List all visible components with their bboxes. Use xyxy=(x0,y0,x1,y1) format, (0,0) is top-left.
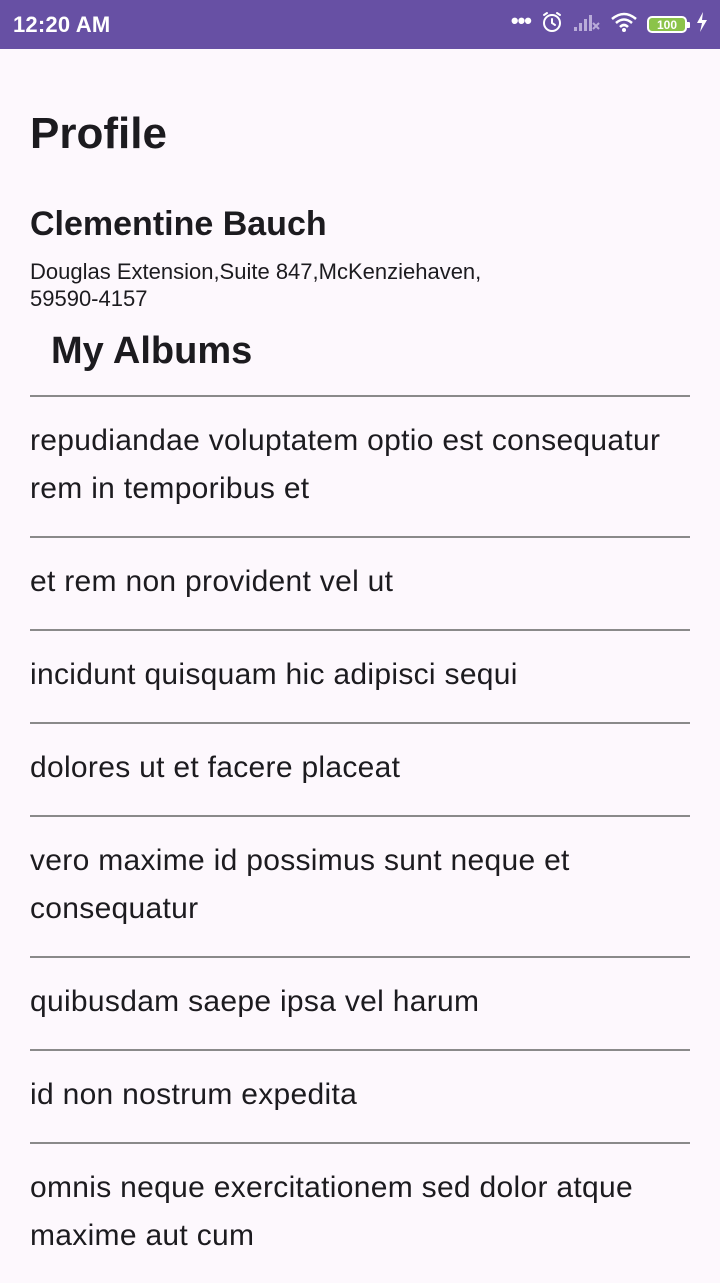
albums-section-title: My Albums xyxy=(51,330,253,372)
album-item[interactable]: quibusdam saepe ipsa vel harum xyxy=(30,956,690,1049)
wifi-icon xyxy=(610,11,638,38)
battery-level: 100 xyxy=(656,17,678,32)
more-dots-icon: ••• xyxy=(510,7,532,33)
status-icons: ••• 100 xyxy=(510,7,708,39)
user-address: Douglas Extension,Suite 847,McKenziehave… xyxy=(30,259,482,311)
album-item[interactable]: id non nostrum expedita xyxy=(30,1049,690,1142)
album-item[interactable]: vero maxime id possimus sunt neque et co… xyxy=(30,815,690,956)
charging-icon xyxy=(696,11,708,38)
battery-icon: 100 xyxy=(647,16,690,33)
album-item[interactable]: dolores ut et facere placeat xyxy=(30,722,690,815)
alarm-icon xyxy=(540,10,564,39)
status-time: 12:20 AM xyxy=(13,11,111,37)
album-item[interactable]: repudiandae voluptatem optio est consequ… xyxy=(30,395,690,536)
album-item[interactable]: omnis neque exercitationem sed dolor atq… xyxy=(30,1142,690,1283)
profile-content: Profile Clementine Bauch Douglas Extensi… xyxy=(0,49,720,1283)
user-name: Clementine Bauch xyxy=(30,205,327,243)
album-item[interactable]: et rem non provident vel ut xyxy=(30,536,690,629)
signal-icon xyxy=(573,12,601,37)
album-list: repudiandae voluptatem optio est consequ… xyxy=(30,395,690,1283)
page-title: Profile xyxy=(30,109,167,158)
album-item[interactable]: incidunt quisquam hic adipisci sequi xyxy=(30,629,690,722)
status-bar: 12:20 AM ••• 100 xyxy=(0,0,720,49)
